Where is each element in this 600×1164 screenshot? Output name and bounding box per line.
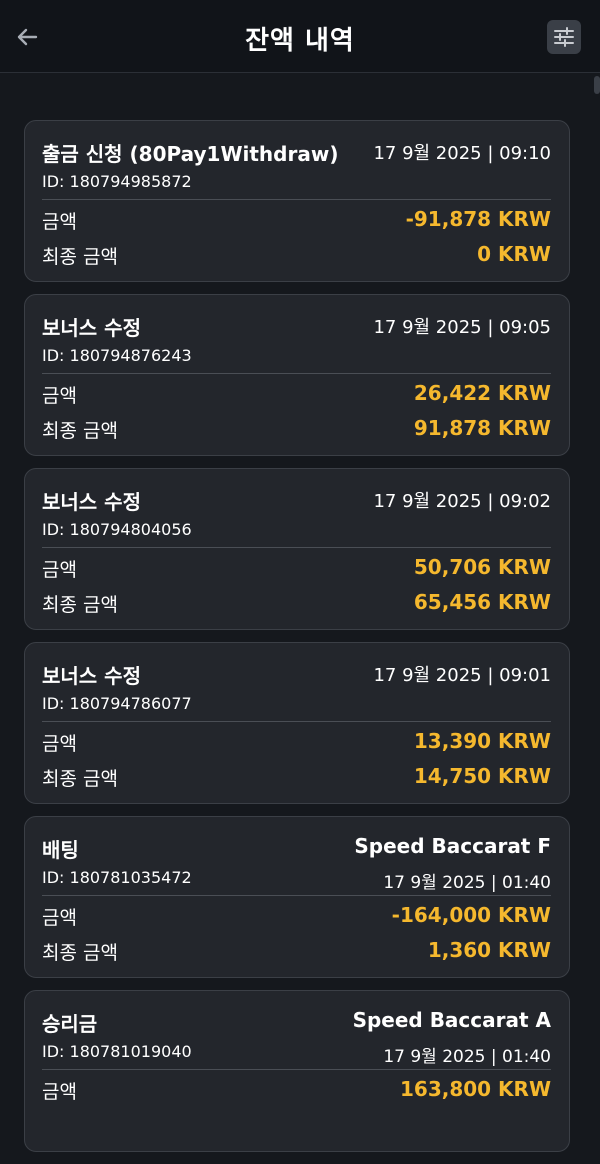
transaction-id: ID: 180794876243 bbox=[42, 346, 192, 365]
transaction-card[interactable]: 배팅 Speed Baccarat F ID: 180781035472 17 … bbox=[24, 816, 570, 978]
transaction-type: 보너스 수정 bbox=[42, 664, 141, 688]
amount-label: 금액 bbox=[42, 1081, 77, 1103]
amount-label: 금액 bbox=[42, 733, 77, 755]
amount-value: 163,800 KRW bbox=[399, 1077, 551, 1101]
scrollbar-thumb[interactable] bbox=[594, 76, 600, 94]
transaction-id: ID: 180794804056 bbox=[42, 520, 192, 539]
amount-value: 13,390 KRW bbox=[413, 729, 551, 753]
final-amount-value: 0 KRW bbox=[477, 242, 551, 266]
transaction-datetime: 17 9월 2025 | 09:02 bbox=[373, 491, 551, 512]
transaction-type: 승리금 bbox=[42, 1012, 98, 1036]
final-amount-value: 14,750 KRW bbox=[413, 764, 551, 788]
game-name: Speed Baccarat F bbox=[354, 834, 551, 858]
final-amount-label: 최종 금액 bbox=[42, 246, 118, 268]
transaction-card[interactable]: 보너스 수정 17 9월 2025 | 09:02 ID: 1807948040… bbox=[24, 468, 570, 630]
amount-label: 금액 bbox=[42, 385, 77, 407]
transaction-type: 출금 신청 (80Pay1Withdraw) bbox=[42, 142, 339, 166]
transaction-datetime: 17 9월 2025 | 09:05 bbox=[373, 317, 551, 338]
transaction-type: 배팅 bbox=[42, 838, 79, 862]
final-amount-label: 최종 금액 bbox=[42, 768, 118, 790]
transaction-datetime: 17 9월 2025 | 01:40 bbox=[383, 1047, 551, 1067]
divider bbox=[42, 721, 551, 722]
transaction-card[interactable]: 보너스 수정 17 9월 2025 | 09:05 ID: 1807948762… bbox=[24, 294, 570, 456]
transaction-card[interactable]: 출금 신청 (80Pay1Withdraw) 17 9월 2025 | 09:1… bbox=[24, 120, 570, 282]
divider bbox=[42, 1069, 551, 1070]
final-amount-label: 최종 금액 bbox=[42, 594, 118, 616]
divider bbox=[42, 199, 551, 200]
final-amount-value: 1,360 KRW bbox=[427, 938, 551, 962]
transaction-type: 보너스 수정 bbox=[42, 316, 141, 340]
amount-value: 26,422 KRW bbox=[413, 381, 551, 405]
amount-label: 금액 bbox=[42, 559, 77, 581]
transaction-card[interactable]: 보너스 수정 17 9월 2025 | 09:01 ID: 1807947860… bbox=[24, 642, 570, 804]
transaction-id: ID: 180781035472 bbox=[42, 868, 192, 887]
transaction-datetime: 17 9월 2025 | 01:40 bbox=[383, 873, 551, 893]
sliders-icon bbox=[554, 27, 574, 47]
final-amount-label: 최종 금액 bbox=[42, 942, 118, 964]
filter-button[interactable] bbox=[547, 20, 581, 54]
final-amount-value: 91,878 KRW bbox=[413, 416, 551, 440]
divider bbox=[42, 373, 551, 374]
transaction-type: 보너스 수정 bbox=[42, 490, 141, 514]
transaction-list: 출금 신청 (80Pay1Withdraw) 17 9월 2025 | 09:1… bbox=[24, 120, 570, 1164]
transaction-card[interactable]: 승리금 Speed Baccarat A ID: 180781019040 17… bbox=[24, 990, 570, 1152]
transaction-id: ID: 180794985872 bbox=[42, 172, 192, 191]
transaction-datetime: 17 9월 2025 | 09:01 bbox=[373, 665, 551, 686]
transaction-id: ID: 180781019040 bbox=[42, 1042, 192, 1061]
divider bbox=[42, 547, 551, 548]
transaction-id: ID: 180794786077 bbox=[42, 694, 192, 713]
amount-value: -91,878 KRW bbox=[405, 207, 551, 231]
final-amount-value: 65,456 KRW bbox=[413, 590, 551, 614]
final-amount-label: 최종 금액 bbox=[42, 420, 118, 442]
amount-value: 50,706 KRW bbox=[413, 555, 551, 579]
amount-label: 금액 bbox=[42, 211, 77, 233]
game-name: Speed Baccarat A bbox=[352, 1008, 551, 1032]
divider bbox=[42, 895, 551, 896]
transaction-datetime: 17 9월 2025 | 09:10 bbox=[373, 143, 551, 164]
amount-value: -164,000 KRW bbox=[391, 903, 551, 927]
page-title: 잔액 내역 bbox=[245, 26, 355, 56]
app-header: 잔액 내역 bbox=[0, 0, 600, 73]
amount-label: 금액 bbox=[42, 907, 77, 929]
